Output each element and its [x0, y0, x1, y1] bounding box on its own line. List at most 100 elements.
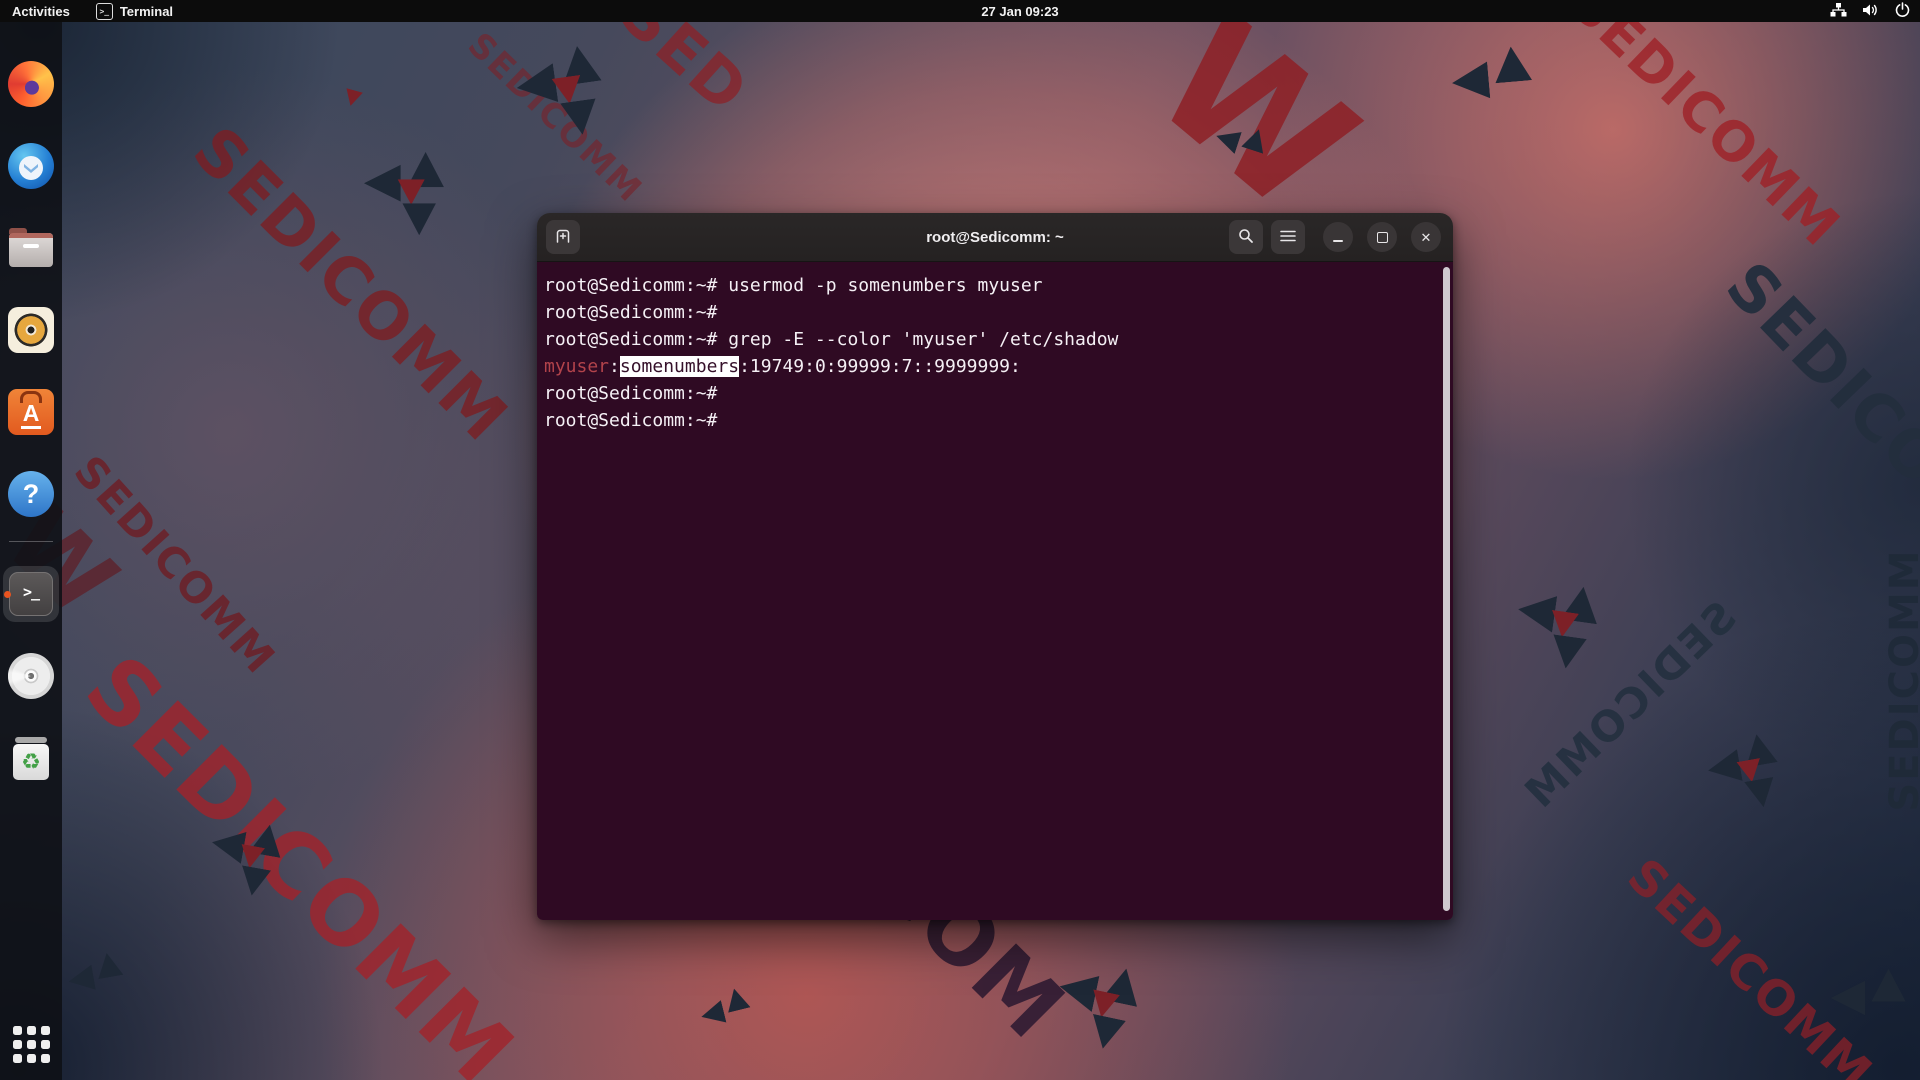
- terminal-line: root@Sedicomm:~#: [544, 407, 1435, 434]
- minimize-icon: [1333, 240, 1343, 242]
- terminal-line: root@Sedicomm:~#: [544, 299, 1435, 326]
- dock-item-disc[interactable]: [8, 653, 54, 699]
- dock-item-trash[interactable]: ♻: [8, 735, 54, 781]
- terminal-line: myuser:somenumbers:19749:0:99999:7::9999…: [544, 353, 1435, 380]
- close-button[interactable]: ✕: [1411, 222, 1441, 252]
- terminal-text-segment: root@Sedicomm:~#: [544, 302, 718, 323]
- hamburger-menu-icon: [1280, 229, 1296, 246]
- terminal-text-segment: :19749:0:99999:7::9999999:: [739, 356, 1021, 377]
- power-icon[interactable]: [1895, 2, 1910, 20]
- terminal-line: root@Sedicomm:~#: [544, 380, 1435, 407]
- network-icon[interactable]: [1830, 2, 1847, 20]
- activities-label: Activities: [12, 3, 70, 19]
- dock: A ? >_ ♻: [0, 22, 62, 1080]
- wallpaper-triangle-cluster: [1703, 730, 1792, 819]
- wallpaper-triangle: [560, 98, 600, 137]
- new-tab-button[interactable]: [546, 220, 580, 254]
- minimize-button[interactable]: [1323, 222, 1353, 252]
- terminal-line: root@Sedicomm:~# grep -E --color 'myuser…: [544, 326, 1435, 353]
- wallpaper-triangle: [723, 986, 751, 1013]
- wallpaper-triangle: [1492, 45, 1532, 83]
- dock-item-rhythmbox[interactable]: [8, 307, 54, 353]
- search-icon: [1238, 228, 1254, 247]
- wallpaper-triangle-cluster: [316, 66, 383, 133]
- wallpaper-triangle-cluster: [1510, 578, 1609, 677]
- focused-app-name: Terminal: [119, 3, 174, 19]
- wallpaper-triangle: [209, 826, 246, 863]
- wallpaper-triangle-cluster: [1048, 956, 1152, 1060]
- wallpaper-triangle: [66, 965, 95, 994]
- search-button[interactable]: [1229, 220, 1263, 254]
- wallpaper-triangle-cluster: [1830, 968, 1914, 1052]
- menu-button[interactable]: [1271, 220, 1305, 254]
- wallpaper-triangle: [1871, 968, 1906, 1002]
- maximize-icon: [1376, 231, 1388, 243]
- wallpaper-triangle-cluster: [364, 152, 452, 240]
- system-tray[interactable]: [1830, 0, 1910, 22]
- terminal-icon: >_: [9, 572, 53, 616]
- dock-item-firefox[interactable]: [8, 61, 54, 107]
- wallpaper-triangle: [402, 203, 436, 236]
- wallpaper-triangle: [1744, 777, 1778, 810]
- terminal-text-segment: usermod -p somenumbers myuser: [728, 275, 1043, 296]
- wallpaper-brand-text: SEDICOMM: [65, 635, 535, 1080]
- terminal-app-icon: >_: [95, 2, 113, 20]
- maximize-button[interactable]: [1367, 222, 1397, 252]
- terminal-line: root@Sedicomm:~# usermod -p somenumbers …: [544, 272, 1435, 299]
- terminal-scrollbar[interactable]: [1443, 267, 1450, 911]
- trash-icon: ♻: [8, 735, 54, 781]
- window-titlebar[interactable]: root@Sedicomm: ~ ✕: [537, 213, 1453, 262]
- window-title: root@Sedicomm: ~: [926, 228, 1064, 246]
- wallpaper-brand-text: SEDICOMM: [1557, 0, 1853, 260]
- dock-item-ubuntu-software[interactable]: A: [8, 389, 54, 435]
- ubuntu-software-icon: A: [8, 389, 54, 435]
- dock-separator: [9, 541, 53, 542]
- wallpaper-triangle: [1450, 62, 1490, 102]
- wallpaper-triangle: [1056, 968, 1100, 1012]
- show-applications-button[interactable]: [11, 1024, 51, 1064]
- files-icon: [9, 228, 53, 267]
- wallpaper-brand-text: SEDICOMM: [1882, 548, 1920, 812]
- terminal-output[interactable]: root@Sedicomm:~# usermod -p somenumbers …: [537, 262, 1453, 920]
- wallpaper-triangle-cluster: [512, 42, 618, 148]
- wallpaper-triangle-cluster: [65, 950, 135, 1020]
- dock-item-files[interactable]: [8, 225, 54, 271]
- wallpaper-brand-text: SEDICO: [1711, 248, 1920, 502]
- close-icon: ✕: [1420, 229, 1432, 245]
- firefox-icon: [8, 61, 54, 107]
- dock-item-thunderbird[interactable]: [8, 143, 54, 189]
- help-icon: ?: [8, 471, 54, 517]
- wallpaper-triangle: [1086, 1014, 1126, 1052]
- volume-icon[interactable]: [1862, 3, 1880, 20]
- clock[interactable]: 27 Jan 09:23: [981, 0, 1058, 22]
- wallpaper-triangle: [397, 179, 425, 205]
- wallpaper-triangle: [364, 164, 401, 202]
- disc-icon: [8, 653, 54, 699]
- wallpaper-triangle: [699, 1000, 727, 1028]
- dock-item-terminal[interactable]: >_: [3, 566, 59, 622]
- desktop: SEDICOMMSEDWSEDICOMMwww.SEDICOMMSEDICOMM…: [0, 0, 1920, 1080]
- wallpaper-triangle-cluster: [203, 815, 292, 904]
- wallpaper-triangle: [1705, 749, 1742, 786]
- dock-item-help[interactable]: ?: [8, 471, 54, 517]
- terminal-text-segment: root@Sedicomm:~#: [544, 383, 718, 404]
- terminal-text-segment: root@Sedicomm:~#: [544, 329, 729, 350]
- wallpaper-triangle: [237, 865, 271, 898]
- thunderbird-icon: [8, 143, 54, 189]
- terminal-text-segment: myuser: [544, 356, 610, 377]
- new-tab-icon: [554, 227, 572, 248]
- top-bar: Activities >_ Terminal 27 Jan 09:23: [0, 0, 1920, 22]
- activities-button[interactable]: Activities: [12, 4, 70, 19]
- wallpaper-triangle-cluster: [1449, 44, 1544, 139]
- running-indicator-dot: [4, 591, 11, 598]
- wallpaper-triangle: [514, 63, 558, 107]
- wallpaper-triangle: [342, 88, 363, 108]
- terminal-text-segment: root@Sedicomm:~#: [544, 410, 718, 431]
- focused-app-indicator[interactable]: >_ Terminal: [95, 2, 174, 20]
- wallpaper-triangle: [1549, 634, 1587, 670]
- wallpaper-triangle: [94, 951, 123, 979]
- terminal-text-segment: somenumbers: [619, 356, 740, 377]
- terminal-text-segment: grep -E --color 'myuser' /etc/shadow: [728, 329, 1119, 350]
- wallpaper-triangle-cluster: [697, 985, 764, 1052]
- wallpaper-triangle: [1516, 591, 1558, 633]
